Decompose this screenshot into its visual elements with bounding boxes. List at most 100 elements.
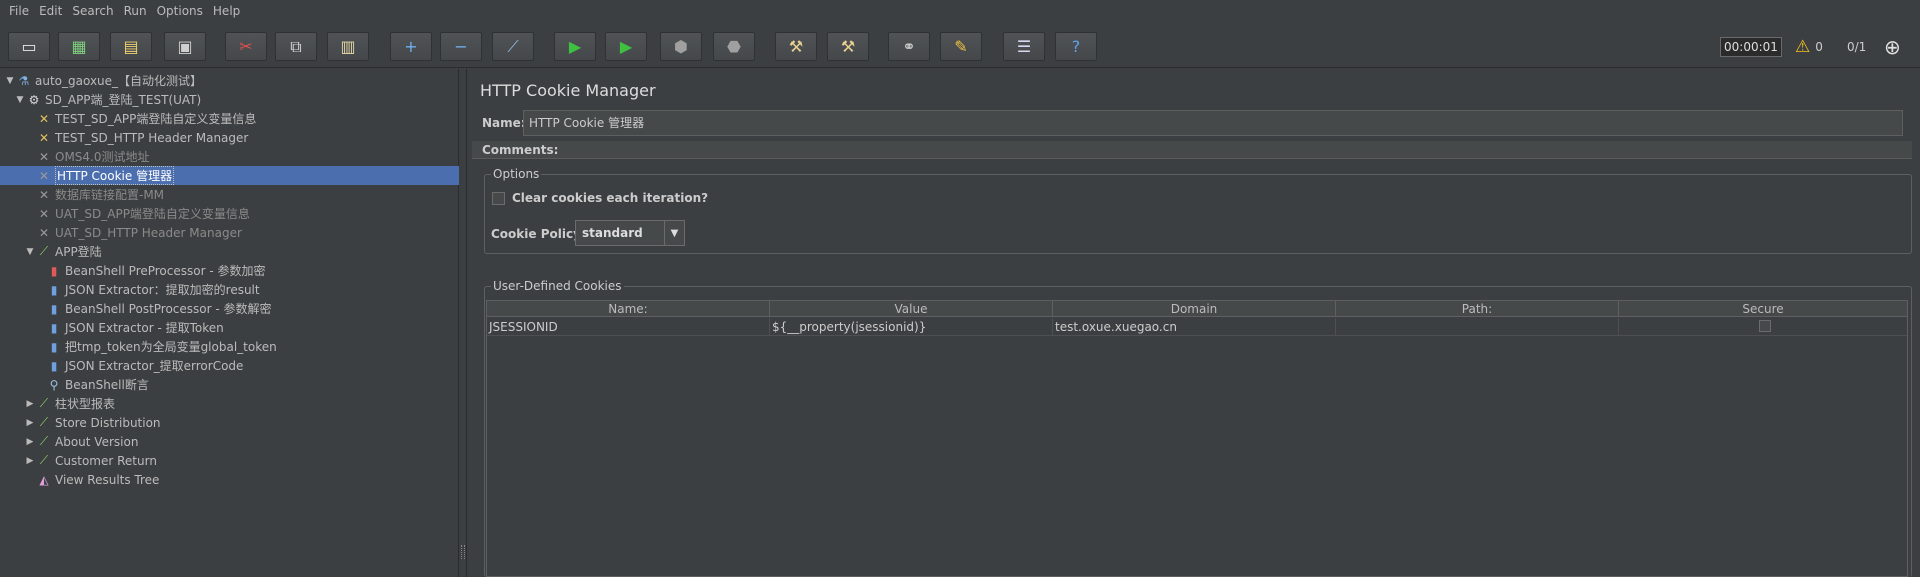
stop-button[interactable]: ⬢ — [660, 32, 702, 61]
timer-area: 00:00:01 — [1720, 32, 1782, 61]
comments-label: Comments: — [482, 143, 559, 157]
clear-all-button[interactable]: ⚒ — [827, 32, 869, 61]
tree-node-label: Customer Return — [55, 453, 157, 468]
tree-node-label: BeanShell断言 — [65, 378, 149, 392]
warning-area[interactable]: ⚠ 0 — [1795, 32, 1823, 61]
postprocessor-icon: ▮ — [50, 320, 58, 335]
start-button[interactable]: ▶ — [554, 32, 596, 61]
tree-node[interactable]: ✕ TEST_SD_APP端登陆自定义变量信息 — [0, 109, 459, 128]
shutdown-button[interactable]: ⬣ — [713, 32, 755, 61]
tree-node[interactable]: ▼ ⚗ auto_gaoxue_【自动化测试】 — [0, 71, 459, 90]
paste-button[interactable]: ▥ — [327, 32, 369, 61]
config-icon: ✕ — [38, 111, 50, 126]
test-plan-tree: ▼ ⚗ auto_gaoxue_【自动化测试】 ▼ ⚙ SD_APP端_登陆_TEST(U… — [0, 69, 459, 577]
collapse-toggle-icon[interactable]: ▼ — [24, 247, 36, 257]
search-button[interactable]: ⚭ — [888, 32, 930, 61]
cell-path[interactable] — [1336, 318, 1619, 336]
search-icon: ⚭ — [902, 37, 916, 56]
tree-node[interactable]: ✕ HTTP Cookie 管理器 — [0, 166, 459, 185]
tree-node-label: TEST_SD_HTTP Header Manager — [55, 130, 249, 145]
tree-node[interactable]: ▶ ⟋ About Version — [0, 432, 459, 451]
copy-button[interactable]: ⧉ — [275, 32, 317, 61]
tree-node[interactable]: ▶ ⟋ Customer Return — [0, 451, 459, 470]
tree-node[interactable]: ▼ ⚙ SD_APP端_登陆_TEST(UAT) — [0, 90, 459, 109]
expand-toggle-icon[interactable]: ▶ — [24, 437, 36, 447]
splitter-grip[interactable] — [461, 545, 465, 559]
tree-node-label: SD_APP端_登陆_TEST(UAT) — [45, 93, 202, 107]
comments-field[interactable] — [472, 141, 1912, 159]
tree-node[interactable]: ▶ ⟋ Store Distribution — [0, 413, 459, 432]
panel-title: HTTP Cookie Manager — [480, 81, 656, 100]
open-button[interactable]: ▤ — [110, 32, 152, 61]
function-helper-button[interactable]: ☰ — [1003, 32, 1045, 61]
splitter[interactable] — [459, 69, 467, 577]
help-button[interactable]: ? — [1055, 32, 1097, 61]
tree-node[interactable]: ✕ OMS4.0测试地址 — [0, 147, 459, 166]
tree-node[interactable]: ▮ BeanShell PostProcessor - 参数解密 — [0, 299, 459, 318]
remote-icon-wrap[interactable]: ⊕ — [1884, 32, 1901, 61]
collapse-toggle-icon[interactable]: ▼ — [4, 76, 16, 86]
cookie-policy-select[interactable]: standard ▼ — [575, 220, 685, 246]
column-header-secure[interactable]: Secure — [1619, 301, 1907, 317]
tree-node[interactable]: ▼ ⟋ APP登陆 — [0, 242, 459, 261]
editor-panel: HTTP Cookie Manager Name: HTTP Cookie 管理… — [468, 69, 1920, 577]
start-no-pause-button[interactable]: ▶ — [605, 32, 647, 61]
cut-icon: ✂ — [239, 37, 253, 56]
clear-button[interactable]: ⚒ — [775, 32, 817, 61]
tree-node-label: BeanShell PreProcessor - 参数加密 — [65, 264, 266, 278]
save-button[interactable]: ▣ — [164, 32, 206, 61]
expand-toggle-icon[interactable]: ▶ — [24, 399, 36, 409]
tree-node[interactable]: ▮ 把tmp_token为全局变量global_token — [0, 337, 459, 356]
tree-node-label: 柱状型报表 — [55, 397, 116, 411]
column-header-domain[interactable]: Domain — [1053, 301, 1336, 317]
tree-node[interactable]: ✕ TEST_SD_HTTP Header Manager — [0, 128, 459, 147]
new-button[interactable]: ▭ — [8, 32, 50, 61]
cell-value[interactable]: ${__property(jsessionid)} — [770, 318, 1053, 336]
tree-node[interactable]: ⚲ BeanShell断言 — [0, 375, 459, 394]
name-label: Name: — [482, 116, 526, 130]
cell-domain[interactable]: test.oxue.xuegao.cn — [1053, 318, 1336, 336]
collapse-toggle-icon[interactable]: ▼ — [14, 95, 26, 105]
cell-secure[interactable] — [1619, 318, 1907, 336]
tree-node[interactable]: ▮ JSON Extractor - 提取Token — [0, 318, 459, 337]
cut-button[interactable]: ✂ — [225, 32, 267, 61]
secure-checkbox[interactable] — [1759, 320, 1771, 332]
menu-file[interactable]: File — [4, 0, 34, 23]
sampler-icon: ⟋ — [39, 396, 49, 410]
menu-options[interactable]: Options — [152, 0, 208, 23]
expand-toggle-icon[interactable]: ▶ — [24, 418, 36, 428]
menu-search[interactable]: Search — [67, 0, 118, 23]
tree-node[interactable]: ▶ ⟋ 柱状型报表 — [0, 394, 459, 413]
clear-cookies-checkbox[interactable] — [492, 192, 505, 205]
clear-all-icon: ⚒ — [840, 37, 856, 56]
menu-edit[interactable]: Edit — [34, 0, 67, 23]
tree-node[interactable]: ▮ JSON Extractor：提取加密的result — [0, 280, 459, 299]
thread-group-icon: ⚙ — [28, 92, 40, 107]
cell-name[interactable]: JSESSIONID — [487, 318, 770, 336]
expand-toggle-icon[interactable]: ▶ — [24, 456, 36, 466]
tree-node-label: UAT_SD_HTTP Header Manager — [55, 225, 242, 240]
column-header-name[interactable]: Name: — [487, 301, 770, 317]
remote-icon: ⊕ — [1884, 34, 1901, 59]
collapse-button[interactable]: − — [440, 32, 482, 61]
tree-node[interactable]: ◭ View Results Tree — [0, 470, 459, 489]
toggle-button[interactable]: ⟋ — [492, 32, 534, 61]
tree-node[interactable]: ✕ 数据库链接配置-MM — [0, 185, 459, 204]
tree-node[interactable]: ▮ JSON Extractor_提取errorCode — [0, 356, 459, 375]
tree-node-label: OMS4.0测试地址 — [55, 150, 150, 164]
templates-button[interactable]: ▦ — [58, 32, 100, 61]
tree-node[interactable]: ✕ UAT_SD_HTTP Header Manager — [0, 223, 459, 242]
tree-node-label: About Version — [55, 434, 139, 449]
name-field[interactable]: HTTP Cookie 管理器 — [523, 110, 1903, 136]
expand-button[interactable]: + — [390, 32, 432, 61]
menu-help[interactable]: Help — [208, 0, 245, 23]
menu-run[interactable]: Run — [119, 0, 152, 23]
collapse-icon: − — [454, 37, 468, 56]
column-header-path[interactable]: Path: — [1336, 301, 1619, 317]
tree-node[interactable]: ▮ BeanShell PreProcessor - 参数加密 — [0, 261, 459, 280]
tree-node[interactable]: ✕ UAT_SD_APP端登陆自定义变量信息 — [0, 204, 459, 223]
reset-search-button[interactable]: ✎ — [940, 32, 982, 61]
column-header-value[interactable]: Value — [770, 301, 1053, 317]
tree-node-label: APP登陆 — [55, 245, 102, 259]
toolbar: 00:00:01 ⚠ 0 0/1 ⊕ ▭ ▦ ▤ ▣ ✂ ⧉ ▥ + − ⟋ ▶ ▶ ⬢ ⬣ ⚒ ⚒ ⚭ ✎ ☰? — [0, 23, 1920, 68]
